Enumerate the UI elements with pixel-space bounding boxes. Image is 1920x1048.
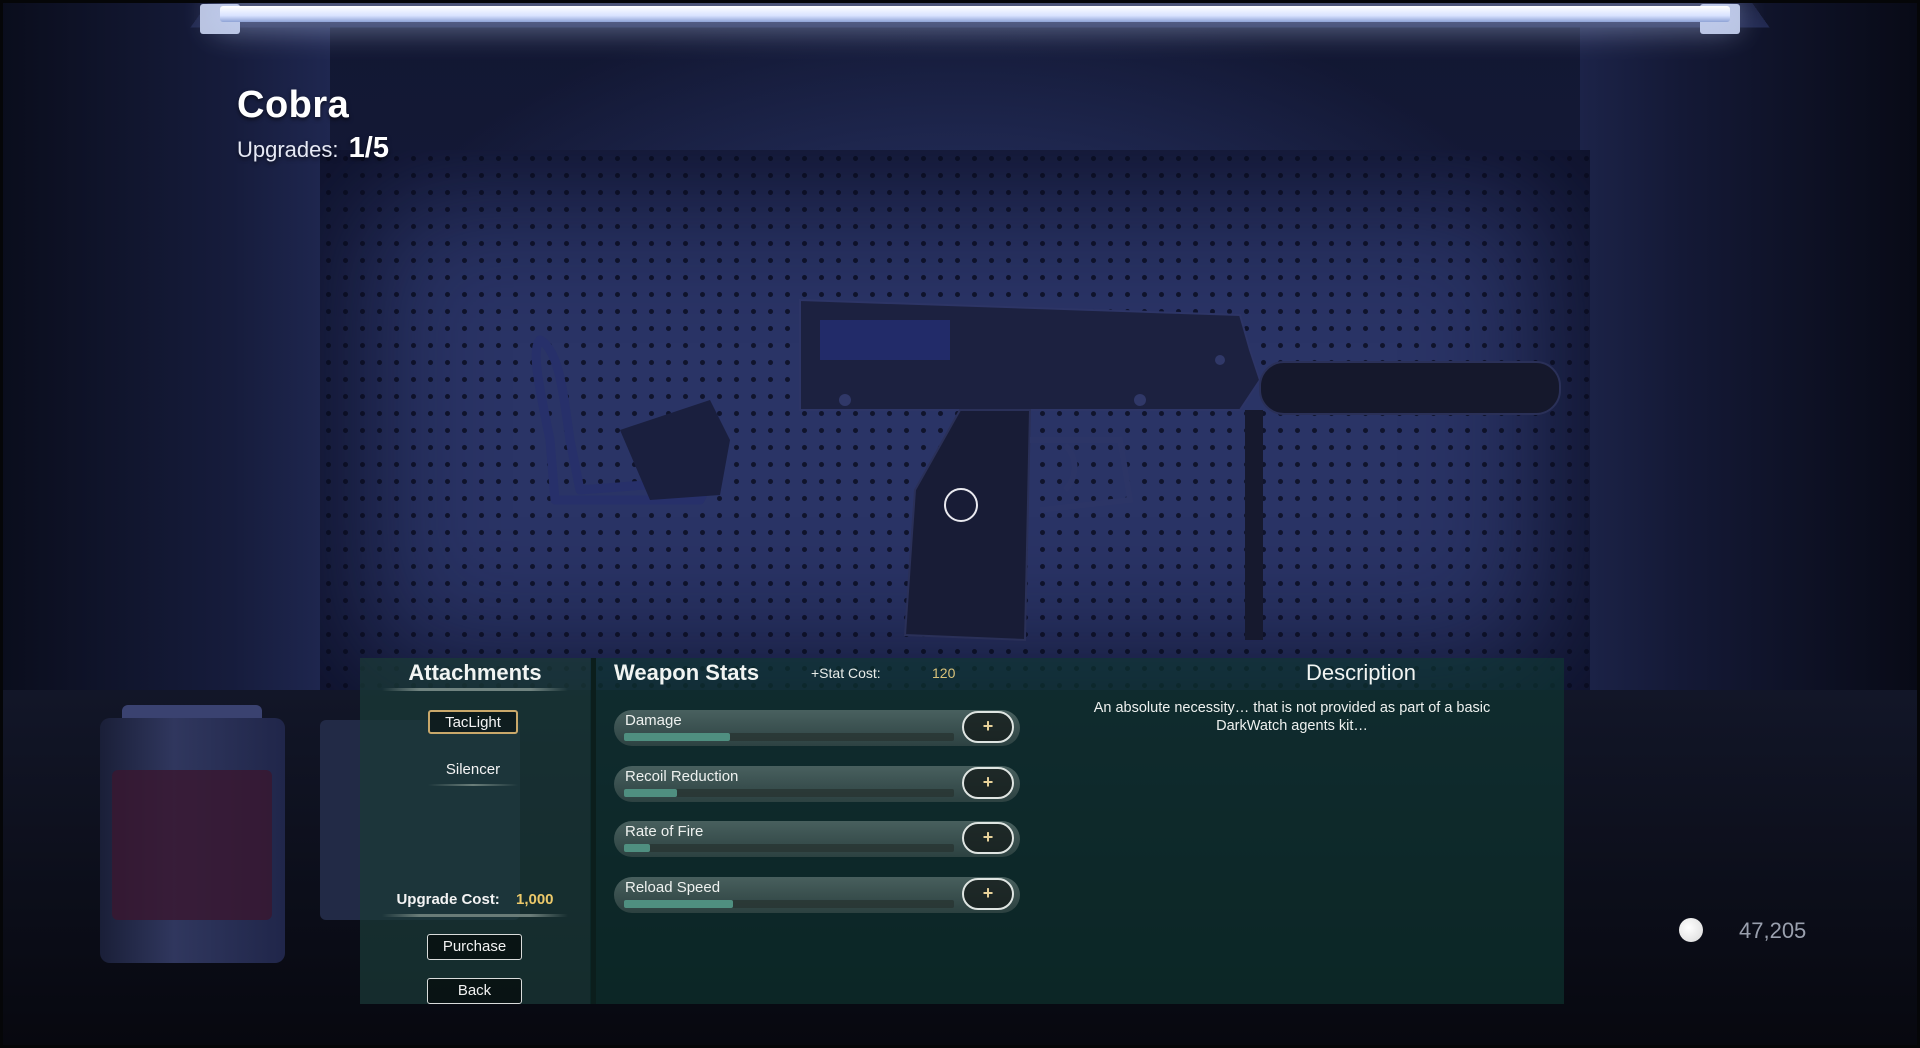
recoil-reduction-plus-button[interactable]: + [962,767,1014,799]
weapon-model [531,298,1561,642]
weapon-name: Cobra [237,84,350,126]
attachments-column: Attachments TacLight Silencer Upgrade Co… [360,658,590,1004]
reticle-icon [944,488,978,522]
stat-label: Rate of Fire [625,823,704,840]
stat-bar-track [624,789,954,797]
rate-of-fire-plus-button[interactable]: + [962,822,1014,854]
panel-divider [591,658,596,1004]
upgrade-cost-label: Upgrade Cost: [396,891,500,908]
powder-jar-label [112,770,272,920]
currency-amount: 47,205 [1739,918,1807,943]
stat-label: Damage [625,712,682,729]
upgrades-counter: Upgrades: 1/5 [237,132,389,165]
damage-plus-button[interactable]: + [962,711,1014,743]
stat-row-rate-of-fire: Rate of Fire + [614,821,1020,857]
upgrades-value: 1/5 [348,132,389,164]
attachments-title: Attachments [408,660,542,685]
description-title: Description [1305,660,1417,685]
stat-row-reload-speed: Reload Speed + [614,877,1020,913]
stat-label: Recoil Reduction [625,768,739,785]
stat-bar-track [624,733,954,741]
upgrade-panel: Attachments TacLight Silencer Upgrade Co… [360,658,1564,1004]
purchase-button[interactable]: Purchase [427,934,522,960]
stat-bar-fill [624,733,730,741]
upgrade-cost: Upgrade Cost: 1,000 [360,891,590,908]
stat-label: Reload Speed [625,879,721,896]
stat-bar-track [624,844,954,852]
weapon-stats-title: Weapon Stats [614,660,760,685]
reload-speed-plus-button[interactable]: + [962,878,1014,910]
description-text: An absolute necessity… that is not provi… [1093,700,1491,734]
stat-bar-fill [624,789,677,797]
upgrades-label: Upgrades: [237,137,339,162]
stat-bar-fill [624,900,733,908]
stat-row-damage: Damage + [614,710,1020,746]
ceiling-lamp [220,6,1730,22]
back-button[interactable]: Back [427,978,522,1004]
attachment-silencer-button[interactable]: Silencer [428,759,518,786]
coin-icon [1679,918,1703,942]
stat-row-recoil-reduction: Recoil Reduction + [614,766,1020,802]
stat-bar-fill [624,844,651,852]
upgrade-cost-value: 1,000 [515,891,554,908]
stat-cost-value: 120 [932,665,956,681]
stat-bar-track [624,900,954,908]
upgrade-cost-underline [382,914,568,917]
attachments-title-underline [382,688,568,691]
stat-cost-label: +Stat Cost: [811,665,881,681]
attachment-taclight-button[interactable]: TacLight [428,710,518,734]
